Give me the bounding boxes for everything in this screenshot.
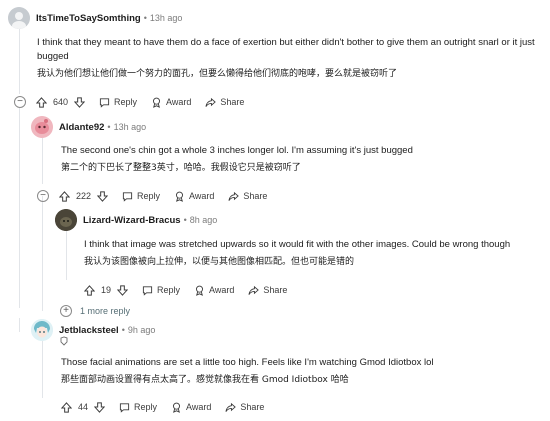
vote-controls: 640	[36, 96, 86, 108]
collapse-icon[interactable]: −	[14, 96, 26, 108]
vote-count: 44	[78, 402, 89, 412]
username[interactable]: Lizard-Wizard-Bracus	[83, 215, 181, 226]
avatar[interactable]	[55, 209, 77, 231]
default-avatar-icon	[8, 7, 30, 29]
comment-text-en: The second one's chin got a whole 3 inch…	[61, 145, 413, 156]
share-icon	[225, 402, 237, 412]
vote-controls: 19	[84, 284, 129, 296]
vote-controls: 222	[59, 190, 109, 202]
vote-count: 19	[101, 285, 112, 295]
upvote-icon[interactable]	[59, 190, 70, 202]
award-icon	[176, 191, 184, 202]
comment-text-cn: 那些面部动画设置得有点太高了。感觉就像我在看 Gmod Idiotbox 哈哈	[61, 375, 349, 385]
downvote-icon[interactable]	[117, 284, 129, 296]
thread-line	[19, 318, 20, 332]
avatar[interactable]	[31, 319, 53, 341]
award-button[interactable]: Award	[174, 191, 214, 202]
snoo-avatar-icon	[31, 116, 53, 138]
thread-line	[42, 196, 43, 311]
avatar[interactable]	[8, 7, 30, 29]
reply-bubble-icon	[119, 402, 130, 413]
timestamp: 13h ago	[149, 13, 183, 23]
comment-text-en: Those facial animations are set a little…	[61, 357, 434, 368]
upvote-icon[interactable]	[84, 284, 95, 296]
collapse-icon[interactable]: −	[37, 190, 49, 202]
downvote-icon[interactable]	[97, 190, 109, 202]
comment-itstimetosaysomthing: ItsTimeToSaySomthing • 13h ago	[8, 7, 543, 29]
comment-actions: 19 Reply Award Share	[84, 280, 301, 300]
thread-line	[66, 230, 67, 280]
timestamp: 8h ago	[189, 215, 218, 225]
username[interactable]: ItsTimeToSaySomthing	[36, 13, 141, 24]
expand-icon: +	[60, 305, 72, 317]
comment-jetblacksteel: Jetblacksteel • 9h ago	[31, 319, 541, 341]
comment-actions: 44 Reply Award Share	[61, 397, 278, 417]
reply-bubble-icon	[142, 285, 153, 296]
timestamp: 13h ago	[113, 122, 147, 132]
flair-icon	[60, 336, 68, 346]
share-button[interactable]: Share	[205, 97, 244, 108]
comment-body: Those facial animations are set a little…	[61, 356, 541, 390]
comment-actions: − 222 Reply Award Share	[37, 186, 281, 206]
more-replies-button[interactable]: + 1 more reply	[60, 305, 130, 317]
upvote-icon[interactable]	[36, 96, 47, 108]
thread-line	[42, 340, 43, 398]
vote-controls: 44	[61, 401, 106, 413]
comment-text-en: I think that image was stretched upwards…	[84, 239, 511, 250]
comment-text-en: I think that they meant to have them do …	[37, 37, 535, 62]
downvote-icon[interactable]	[94, 401, 106, 413]
thread-line	[19, 108, 20, 308]
award-icon	[196, 285, 204, 296]
reply-button[interactable]: Reply	[119, 402, 157, 413]
comment-text-cn: 我认为该图像被向上拉伸，以便与其他图像相匹配。但也可能是错的	[84, 257, 355, 267]
award-button[interactable]: Award	[151, 97, 191, 108]
comment-actions: − 640 Reply Award Share	[14, 92, 258, 112]
award-button[interactable]: Award	[194, 285, 234, 296]
reply-button[interactable]: Reply	[122, 191, 160, 202]
comment-body: I think that they meant to have them do …	[37, 36, 542, 84]
vote-count: 640	[53, 97, 69, 107]
reply-bubble-icon	[122, 191, 133, 202]
comment-text-cn: 我认为他们想让他们做一个努力的面孔，但要么懒得给他们彻底的咆哮，要么就是被窃听了	[37, 69, 398, 79]
photo-avatar-icon	[55, 209, 77, 231]
share-icon	[228, 191, 240, 201]
reply-bubble-icon	[99, 97, 110, 108]
username[interactable]: Aldante92	[59, 122, 104, 133]
thread-line	[42, 138, 43, 184]
comment-lizard-wizard-bracus: Lizard-Wizard-Bracus • 8h ago	[55, 209, 545, 231]
upvote-icon[interactable]	[61, 401, 72, 413]
award-icon	[173, 402, 181, 413]
comment-body: The second one's chin got a whole 3 inch…	[61, 144, 541, 178]
share-icon	[248, 285, 260, 295]
username[interactable]: Jetblacksteel	[59, 325, 119, 336]
share-icon	[205, 97, 217, 107]
timestamp: 9h ago	[127, 325, 156, 335]
vote-count: 222	[76, 191, 92, 201]
share-button[interactable]: Share	[248, 285, 287, 296]
comment-text-cn: 第二个的下巴长了整整3英寸，哈哈。我假设它只是被窃听了	[61, 163, 301, 173]
comment-body: I think that image was stretched upwards…	[84, 238, 542, 272]
reply-button[interactable]: Reply	[99, 97, 137, 108]
award-icon	[153, 97, 161, 108]
share-button[interactable]: Share	[228, 191, 267, 202]
thread-line	[19, 26, 20, 94]
comment-aldante92: Aldante92 • 13h ago	[31, 116, 541, 138]
reply-button[interactable]: Reply	[142, 285, 180, 296]
award-button[interactable]: Award	[171, 402, 211, 413]
downvote-icon[interactable]	[74, 96, 86, 108]
avatar[interactable]	[31, 116, 53, 138]
share-button[interactable]: Share	[225, 402, 264, 413]
anime-avatar-icon	[31, 319, 53, 341]
